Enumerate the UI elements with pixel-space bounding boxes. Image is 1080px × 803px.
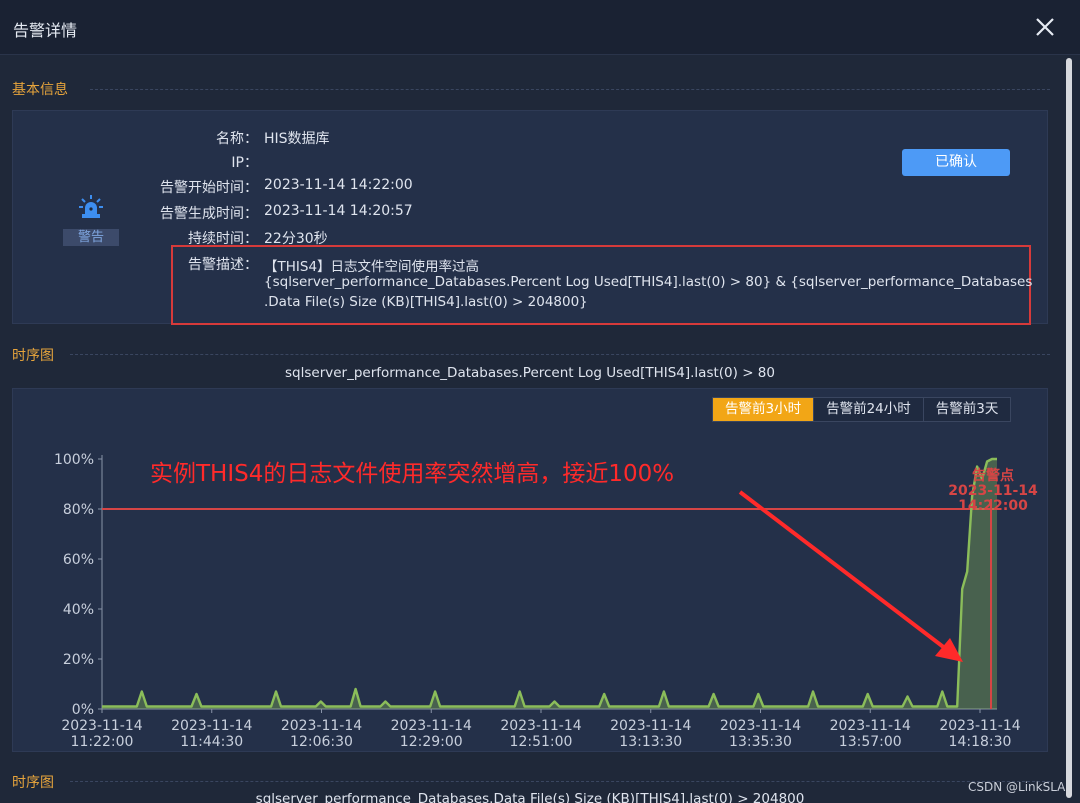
- chart-subtitle: sqlserver_performance_Databases.Percent …: [285, 365, 775, 381]
- x-tick-label-date: 2023-11-14: [171, 718, 252, 734]
- x-tick-label-time: 12:06:30: [290, 734, 353, 750]
- y-tick-label: 80%: [63, 502, 94, 518]
- alarm-detail-dialog: 告警详情 基本信息 警告 名称： HIS数据库 IP： 告警开始时间： 2023…: [0, 0, 1080, 803]
- tab-24-hours[interactable]: 告警前24小时: [814, 398, 924, 421]
- tab-3-days[interactable]: 告警前3天: [923, 398, 1011, 421]
- timeseries-section-title: 时序图: [12, 348, 54, 364]
- y-tick-label: 60%: [63, 552, 94, 568]
- x-tick-label-time: 12:51:00: [510, 734, 573, 750]
- section-divider: [70, 354, 1050, 355]
- x-tick-label-time: 13:13:30: [619, 734, 682, 750]
- x-tick-label-date: 2023-11-14: [720, 718, 801, 734]
- time-range-tabs: 告警前3小时 告警前24小时 告警前3天: [712, 397, 1012, 422]
- y-tick-label: 40%: [63, 602, 94, 618]
- field-label-created-time: 告警生成时间：: [160, 206, 258, 222]
- field-label-description: 告警描述：: [188, 257, 258, 273]
- dialog-title: 告警详情: [13, 21, 78, 40]
- alarm-point-date: 2023-11-14: [948, 483, 1038, 499]
- confirmed-button[interactable]: 已确认: [902, 149, 1010, 176]
- scrollbar[interactable]: [1066, 58, 1072, 798]
- field-value-name: HIS数据库: [264, 131, 330, 147]
- section-divider: [90, 89, 1050, 90]
- x-tick-label-time: 14:18:30: [949, 734, 1012, 750]
- field-label-start-time: 告警开始时间：: [160, 180, 258, 196]
- x-tick-label-date: 2023-11-14: [61, 718, 142, 734]
- y-tick-label: 0%: [72, 702, 94, 718]
- alarm-point-time: 14:22:00: [958, 498, 1028, 514]
- field-value-created-time: 2023-11-14 14:20:57: [264, 203, 413, 219]
- x-tick-label-date: 2023-11-14: [391, 718, 472, 734]
- x-tick-label-date: 2023-11-14: [281, 718, 362, 734]
- description-line-2: {sqlserver_performance_Databases.Percent…: [264, 274, 1033, 290]
- timeseries-section-title-2: 时序图: [12, 775, 54, 791]
- series-line: [102, 457, 997, 708]
- siren-alarm-icon: [79, 195, 103, 218]
- chart-subtitle-2: sqlserver_performance_Databases.Data Fil…: [255, 791, 805, 803]
- field-label-ip: IP：: [231, 155, 258, 171]
- x-tick-label-date: 2023-11-14: [610, 718, 691, 734]
- x-tick-label-time: 13:35:30: [729, 734, 792, 750]
- basic-info-section-title: 基本信息: [12, 82, 68, 98]
- tab-3-hours[interactable]: 告警前3小时: [713, 398, 815, 421]
- close-icon[interactable]: [1032, 14, 1058, 40]
- watermark: CSDN @LinkSLA: [968, 780, 1066, 794]
- description-line-3: .Data File(s) Size (KB)[THIS4].last(0) >…: [264, 294, 588, 310]
- x-tick-label-date: 2023-11-14: [939, 718, 1020, 734]
- field-label-name: 名称：: [216, 131, 258, 147]
- y-tick-label: 20%: [63, 652, 94, 668]
- field-value-start-time: 2023-11-14 14:22:00: [264, 177, 413, 193]
- x-tick-label-date: 2023-11-14: [500, 718, 581, 734]
- annotation-arrow: [738, 490, 952, 654]
- description-line-1: 【THIS4】日志文件空间使用率过高: [264, 259, 480, 275]
- x-tick-label-time: 11:22:00: [71, 734, 134, 750]
- annotation-text: 实例THIS4的日志文件使用率突然增高，接近100%: [150, 461, 674, 487]
- dialog-titlebar: 告警详情: [0, 0, 1080, 55]
- y-tick-label: 100%: [54, 452, 94, 468]
- x-tick-label-time: 13:57:00: [839, 734, 902, 750]
- alarm-level-badge: 警告: [63, 229, 119, 246]
- timeseries-chart: 0%20%40%60%80%100%2023-11-1411:22:002023…: [54, 452, 1038, 750]
- x-tick-label-time: 12:29:00: [400, 734, 463, 750]
- x-tick-label-date: 2023-11-14: [830, 718, 911, 734]
- x-tick-label-time: 11:44:30: [180, 734, 243, 750]
- alarm-point-label: 告警点: [972, 467, 1014, 484]
- section-divider: [70, 781, 1050, 782]
